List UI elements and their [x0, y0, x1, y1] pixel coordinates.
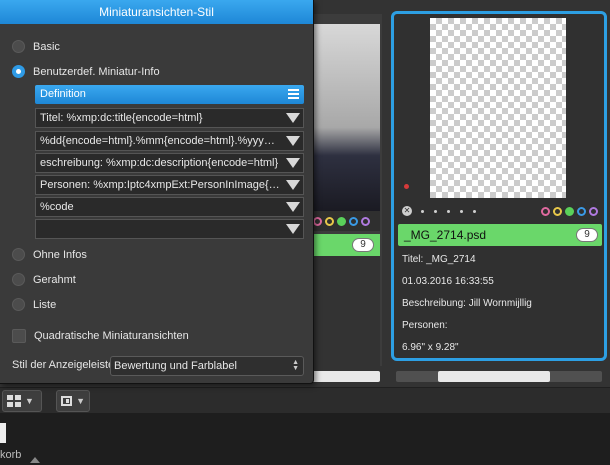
version-badge: 9 [352, 238, 374, 252]
rating-dot[interactable] [473, 209, 476, 213]
option-custom-label: Benutzerdef. Miniatur-Info [33, 65, 160, 78]
hamburger-menu-icon[interactable] [288, 89, 299, 99]
display-style-select[interactable]: Bewertung und Farblabel ▲ ▼ [110, 356, 304, 376]
option-basic-label: Basic [33, 40, 60, 53]
thumbnail-style-popup: Miniaturansichten-Stil Basic Benutzerdef… [0, 0, 314, 384]
radio-framed[interactable] [12, 273, 25, 286]
chevron-down-icon[interactable] [286, 180, 300, 190]
definition-value: eschreibung: %xmp:dc:description{encode=… [40, 157, 279, 169]
definition-value: %dd{encode=html}.%mm{encode=html}.%yyyy{… [40, 135, 280, 147]
radio-list[interactable] [12, 298, 25, 311]
rating-dot[interactable] [447, 209, 450, 213]
popup-title: Miniaturansichten-Stil [0, 0, 313, 24]
panel-view-icon [61, 396, 73, 406]
bottom-toolbar: ▼ ▼ [0, 387, 610, 413]
color-label-green[interactable] [337, 217, 346, 226]
description-line: Beschreibung: Jill Wornmijllig [402, 298, 532, 309]
title-line: Titel: _MG_2714 [402, 254, 476, 265]
definition-row-4[interactable]: Personen: %xmp:Iptc4xmpExt:PersonInImage… [35, 175, 304, 195]
option-framed-label: Gerahmt [33, 273, 76, 286]
version-badge: 9 [576, 228, 598, 242]
reject-icon[interactable]: ✕ [402, 206, 412, 216]
chevron-down-icon: ▼ [25, 396, 34, 406]
option-custom[interactable]: Benutzerdef. Miniatur-Info [12, 65, 160, 78]
radio-custom[interactable] [12, 65, 25, 78]
definition-value: Titel: %xmp:dc:title{encode=html} [40, 112, 203, 124]
thumbnail-style-button[interactable]: ▼ [2, 390, 42, 412]
color-label-purple[interactable] [361, 217, 370, 226]
chevron-down-icon[interactable] [286, 136, 300, 146]
date-line: 01.03.2016 16:33:55 [402, 276, 494, 287]
basket-icon[interactable] [0, 423, 6, 443]
option-no-info[interactable]: Ohne Infos [12, 248, 87, 261]
transparent-thumbnail [430, 18, 566, 198]
color-label-blue[interactable] [577, 206, 586, 216]
definition-row-1[interactable]: Titel: %xmp:dc:title{encode=html} [35, 108, 304, 128]
color-label-red[interactable] [313, 217, 322, 226]
grid-icon [7, 395, 21, 407]
select-arrows-icon: ▲ ▼ [292, 359, 299, 372]
persons-line: Personen: [402, 320, 448, 331]
chevron-down-icon[interactable] [286, 202, 300, 212]
definition-row-3[interactable]: eschreibung: %xmp:dc:description{encode=… [35, 153, 304, 173]
square-thumbnails-label: Quadratische Miniaturansichten [34, 330, 189, 342]
filename: _MG_2714.psd [404, 228, 487, 242]
square-thumbnails-checkbox[interactable] [12, 329, 26, 343]
resize-triangle-icon[interactable] [30, 457, 40, 463]
size-line: 6.96" x 9.28" [402, 342, 459, 353]
rating-dot[interactable] [460, 209, 463, 213]
reject-indicator-icon [404, 184, 409, 189]
option-list-label: Liste [33, 298, 57, 311]
color-label-green[interactable] [565, 206, 574, 216]
rating-row: ✕ [402, 204, 598, 218]
color-label-red[interactable] [541, 206, 550, 216]
thumbnail-card-selected[interactable]: ✕ _MG_2714.psd 9 Titel: _MG_2714 01.03.2… [391, 11, 607, 361]
definition-row-2[interactable]: %dd{encode=html}.%mm{encode=html}.%yyyy{… [35, 131, 304, 151]
option-no-info-label: Ohne Infos [33, 248, 87, 261]
display-style-value: Bewertung und Farblabel [114, 360, 237, 372]
basket-label: korb [0, 449, 22, 461]
color-label-yellow[interactable] [553, 206, 562, 216]
color-label-yellow[interactable] [325, 217, 334, 226]
filename-bar[interactable]: _MG_2714.psd 9 [398, 224, 602, 246]
rating-dot[interactable] [421, 209, 424, 213]
option-list[interactable]: Liste [12, 298, 56, 311]
definition-row-6[interactable] [35, 219, 304, 239]
definition-title: Definition [40, 88, 86, 100]
view-options-button[interactable]: ▼ [56, 390, 90, 412]
radio-no-info[interactable] [12, 248, 25, 261]
rating-dot[interactable] [434, 209, 437, 213]
definition-value: %code [40, 201, 74, 213]
chevron-down-icon[interactable] [286, 113, 300, 123]
definition-value: Personen: %xmp:Iptc4xmpExt:PersonInImage… [40, 179, 280, 191]
option-framed[interactable]: Gerahmt [12, 273, 76, 286]
chevron-down-icon[interactable] [286, 224, 300, 234]
option-basic[interactable]: Basic [12, 40, 60, 53]
definition-header: Definition [35, 85, 304, 104]
color-labels [538, 206, 598, 216]
definition-row-5[interactable]: %code [35, 197, 304, 217]
chevron-down-icon[interactable] [286, 158, 300, 168]
display-style-label: Stil der Anzeigeleiste [12, 359, 112, 371]
radio-basic[interactable] [12, 40, 25, 53]
right-card-scroll-thumb[interactable] [438, 371, 550, 382]
square-thumbnails-option[interactable]: Quadratische Miniaturansichten [12, 329, 189, 343]
chevron-down-icon: ▼ [76, 396, 85, 406]
color-label-blue[interactable] [349, 217, 358, 226]
color-label-purple[interactable] [589, 206, 598, 216]
basket-area: korb [0, 413, 610, 465]
